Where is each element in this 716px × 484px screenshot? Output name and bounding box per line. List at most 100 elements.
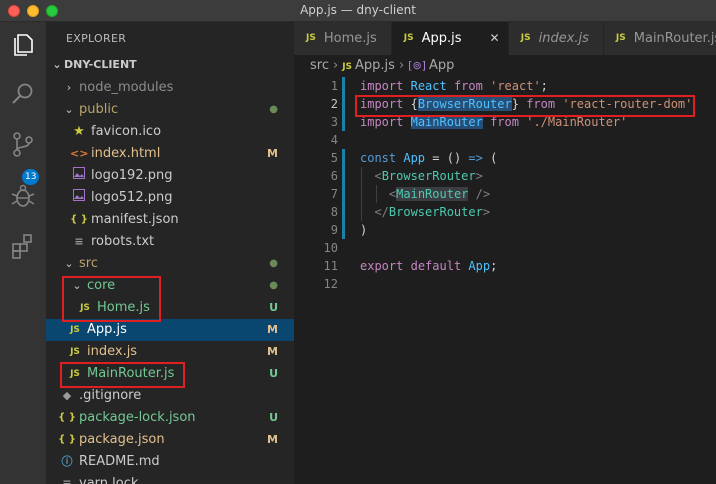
tree-item-yarn-lock[interactable]: ≡ yarn.lock — [46, 473, 294, 484]
tab-app-js[interactable]: JS App.js ✕ — [391, 22, 509, 55]
chevron-right-icon: › — [398, 58, 405, 73]
tree-item-favicon[interactable]: ★ favicon.ico — [46, 121, 294, 143]
status-dot: ● — [269, 280, 278, 291]
tree-item-label: node_modules — [79, 80, 174, 95]
tree-item-label: index.html — [91, 146, 161, 161]
image-icon — [70, 187, 88, 209]
tab-home-js[interactable]: JS Home.js — [294, 22, 392, 55]
status-badge: M — [267, 433, 278, 446]
tree-item-label: package.json — [79, 432, 165, 447]
tree-item-gitignore[interactable]: ◆ .gitignore — [46, 385, 294, 407]
tab-label: Home.js — [323, 31, 377, 46]
js-icon: JS — [306, 33, 316, 43]
js-icon: JS — [70, 325, 80, 335]
tree-item-label: package-lock.json — [79, 410, 196, 425]
line-number: 2 — [330, 97, 338, 111]
debug-icon[interactable] — [9, 182, 37, 210]
line-number: 3 — [330, 115, 338, 129]
image-icon — [70, 165, 88, 187]
text-icon: ≡ — [74, 235, 84, 248]
line-number: 4 — [330, 133, 338, 147]
breadcrumb-symbol[interactable]: App — [429, 58, 454, 73]
tree-item-index-js[interactable]: JS index.js M — [46, 341, 294, 363]
tree-item-label: src — [79, 256, 98, 271]
workspace-title: DNY-CLIENT — [64, 58, 137, 71]
code-line: 8 </BrowserRouter> — [294, 203, 716, 221]
title-bar: App.js — dny-client — [0, 0, 716, 22]
js-icon: JS — [520, 33, 531, 43]
explorer-sidebar: EXPLORER ⌄ DNY-CLIENT › node_modules ⌄ p… — [46, 22, 294, 484]
status-badge: U — [269, 301, 278, 314]
html-icon: <> — [70, 147, 89, 160]
tab-mainrouter-js[interactable]: JS MainRouter.js — [603, 22, 716, 55]
tree-item-label: favicon.ico — [91, 124, 162, 139]
tree-item-node-modules[interactable]: › node_modules — [46, 77, 294, 99]
tree-item-label: .gitignore — [79, 388, 142, 403]
files-icon[interactable] — [9, 30, 37, 58]
breadcrumb-folder[interactable]: src — [310, 58, 329, 73]
tree-item-label: public — [79, 102, 119, 117]
search-icon[interactable] — [9, 80, 37, 108]
close-icon[interactable]: ✕ — [490, 22, 500, 55]
tree-item-label: manifest.json — [91, 212, 179, 227]
line-number: 7 — [330, 187, 338, 201]
json-icon: { } — [70, 214, 88, 225]
tree-item-logo512[interactable]: logo512.png — [46, 187, 294, 209]
code-line: 12 — [294, 275, 716, 293]
tab-index-js[interactable]: JS index.js — [508, 22, 604, 55]
breadcrumb-file[interactable]: App.js — [355, 58, 395, 73]
extensions-icon[interactable] — [9, 232, 37, 260]
js-icon: JS — [70, 347, 80, 357]
workspace-section[interactable]: ⌄ DNY-CLIENT — [46, 55, 294, 75]
code-line: 10 — [294, 239, 716, 257]
source-control-icon[interactable] — [9, 130, 37, 158]
code-editor[interactable]: 1 import React from 'react'; 2 import {Bro… — [294, 77, 716, 484]
line-number: 11 — [323, 259, 338, 273]
text-icon: ≡ — [62, 477, 72, 484]
line-number: 12 — [323, 277, 338, 291]
status-badge: M — [267, 323, 278, 336]
status-badge: M — [267, 345, 278, 358]
tree-item-readme[interactable]: ⓘ README.md — [46, 451, 294, 473]
activity-bar: 13 — [0, 22, 46, 484]
js-icon: JS — [615, 33, 626, 43]
code-line: 6 <BrowserRouter> — [294, 167, 716, 185]
chevron-down-icon: ⌄ — [52, 58, 62, 71]
json-icon: { } — [58, 434, 76, 445]
tree-item-app-js[interactable]: JS App.js M — [46, 319, 294, 341]
line-number: 5 — [330, 151, 338, 165]
tree-item-robots[interactable]: ≡ robots.txt — [46, 231, 294, 253]
js-icon: JS — [403, 33, 414, 43]
tree-item-label: robots.txt — [91, 234, 155, 249]
code-line: 4 — [294, 131, 716, 149]
chevron-down-icon: ⌄ — [64, 257, 74, 270]
annotation-box-import — [355, 95, 695, 117]
status-badge: U — [269, 367, 278, 380]
annotation-box-mainrouter — [60, 362, 185, 388]
json-icon: { } — [58, 412, 76, 423]
tree-item-package-lock[interactable]: { } package-lock.json U — [46, 407, 294, 429]
tree-item-src[interactable]: ⌄ src ● — [46, 253, 294, 275]
explorer-header: EXPLORER — [66, 32, 127, 45]
tree-item-logo192[interactable]: logo192.png — [46, 165, 294, 187]
code-line: 11 export default App; — [294, 257, 716, 275]
info-icon: ⓘ — [61, 455, 73, 468]
window-title: App.js — dny-client — [300, 3, 416, 17]
code-line: 5 const App = () => ( — [294, 149, 716, 167]
star-icon: ★ — [73, 124, 85, 139]
tree-item-label: logo192.png — [91, 168, 173, 183]
code-line: 7 <MainRouter /> — [294, 185, 716, 203]
js-icon: JS — [342, 62, 353, 72]
tree-item-public[interactable]: ⌄ public ● — [46, 99, 294, 121]
tree-item-label: README.md — [79, 454, 160, 469]
tree-item-label: index.js — [87, 344, 138, 359]
tab-label: index.js — [538, 31, 589, 46]
code-line: 1 import React from 'react'; — [294, 77, 716, 95]
tree-item-package-json[interactable]: { } package.json M — [46, 429, 294, 451]
tree-item-manifest[interactable]: { } manifest.json — [46, 209, 294, 231]
editor-tabs: JS Home.js JS App.js ✕ JS index.js JS Ma… — [294, 22, 716, 55]
tree-item-index-html[interactable]: <> index.html M — [46, 143, 294, 165]
tree-item-label: yarn.lock — [79, 476, 139, 484]
tree-item-label: logo512.png — [91, 190, 173, 205]
symbol-icon: [⊚] — [408, 59, 426, 72]
